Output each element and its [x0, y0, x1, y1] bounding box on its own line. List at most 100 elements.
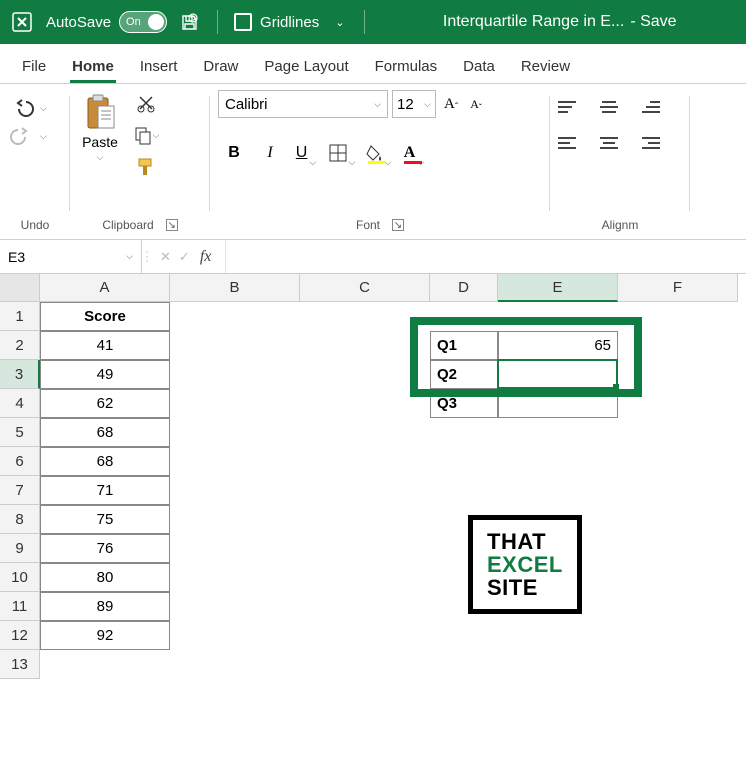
tab-home[interactable]: Home: [68, 46, 118, 83]
cell-A12[interactable]: 92: [40, 621, 170, 650]
autosave-knob: [148, 14, 164, 30]
tab-draw[interactable]: Draw: [199, 46, 242, 83]
document-title-text: Interquartile Range in E...: [443, 13, 624, 31]
group-clipboard: Paste ⌵ ⌵ Clipboard ↘: [70, 84, 210, 239]
group-alignment: Alignm: [550, 84, 690, 239]
cell-A10[interactable]: 80: [40, 563, 170, 592]
worksheet-grid[interactable]: ABCDEF 12345678910111213 Score4149626868…: [0, 274, 746, 774]
cancel-icon[interactable]: ✕: [160, 249, 171, 265]
tab-data[interactable]: Data: [459, 46, 499, 83]
row-header-7[interactable]: 7: [0, 476, 40, 505]
dialog-launcher-icon[interactable]: ↘: [166, 219, 178, 231]
underline-button[interactable]: U⌵: [290, 138, 322, 168]
align-left-button[interactable]: [558, 132, 584, 154]
format-painter-button[interactable]: [132, 154, 160, 180]
group-label-alignment: Alignm: [558, 215, 682, 235]
tab-file[interactable]: File: [18, 46, 50, 83]
cell-A11[interactable]: 89: [40, 592, 170, 621]
watermark-logo: THATEXCELSITE: [468, 515, 582, 614]
formula-input[interactable]: [226, 240, 746, 273]
cell-A7[interactable]: 71: [40, 476, 170, 505]
fill-color-swatch: [368, 161, 386, 164]
name-box[interactable]: E3 ⌵: [0, 240, 142, 273]
row-header-3[interactable]: 3: [0, 360, 40, 389]
tab-formulas[interactable]: Formulas: [371, 46, 442, 83]
row-header-4[interactable]: 4: [0, 389, 40, 418]
row-header-1[interactable]: 1: [0, 302, 40, 331]
save-status: - Save: [630, 13, 676, 31]
cell-A4[interactable]: 62: [40, 389, 170, 418]
paste-button[interactable]: Paste ⌵: [78, 90, 122, 165]
column-header-F[interactable]: F: [618, 274, 738, 302]
align-right-button[interactable]: [634, 132, 660, 154]
tab-review[interactable]: Review: [517, 46, 574, 83]
row-header-11[interactable]: 11: [0, 592, 40, 621]
tab-page-layout[interactable]: Page Layout: [260, 46, 352, 83]
dialog-launcher-icon[interactable]: ↘: [392, 219, 404, 231]
font-color-button[interactable]: A ⌵: [398, 138, 430, 168]
column-header-A[interactable]: A: [40, 274, 170, 302]
row-header-2[interactable]: 2: [0, 331, 40, 360]
column-header-B[interactable]: B: [170, 274, 300, 302]
fill-color-button[interactable]: ⌵: [362, 138, 394, 168]
row-header-8[interactable]: 8: [0, 505, 40, 534]
row-header-10[interactable]: 10: [0, 563, 40, 592]
cell-A1[interactable]: Score: [40, 302, 170, 331]
font-size-combo[interactable]: 12 ⌵: [392, 90, 436, 118]
cell-A5[interactable]: 68: [40, 418, 170, 447]
chevron-down-icon: ⌵: [424, 99, 431, 110]
qat-separator: [217, 10, 218, 34]
cut-button[interactable]: [132, 90, 160, 116]
increase-font-button[interactable]: Aˆ: [440, 94, 462, 115]
gridlines-dropdown[interactable]: Gridlines ⌄: [234, 13, 348, 31]
cell-A8[interactable]: 75: [40, 505, 170, 534]
tab-insert[interactable]: Insert: [136, 46, 182, 83]
cell-A9[interactable]: 76: [40, 534, 170, 563]
row-header-5[interactable]: 5: [0, 418, 40, 447]
align-middle-button[interactable]: [596, 96, 622, 118]
align-top-button[interactable]: [558, 96, 584, 118]
cell-A3[interactable]: 49: [40, 360, 170, 389]
group-label-clipboard: Clipboard ↘: [78, 215, 202, 235]
row-header-9[interactable]: 9: [0, 534, 40, 563]
save-icon[interactable]: [177, 10, 201, 34]
autosave-toggle[interactable]: On: [119, 11, 167, 33]
watermark-line1: THAT: [487, 530, 563, 553]
chevron-down-icon: ⌵: [374, 99, 381, 110]
name-box-value: E3: [8, 249, 25, 265]
group-label-font: Font ↘: [218, 215, 542, 235]
group-label-undo: Undo: [8, 215, 62, 235]
align-bottom-button[interactable]: [634, 96, 660, 118]
chevron-down-icon: ⌵: [40, 103, 47, 114]
column-header-D[interactable]: D: [430, 274, 498, 302]
redo-button[interactable]: ⌵: [8, 124, 51, 148]
enter-icon[interactable]: ✓: [179, 249, 190, 265]
italic-button[interactable]: I: [254, 138, 286, 168]
bold-button[interactable]: B: [218, 138, 250, 168]
cell-A2[interactable]: 41: [40, 331, 170, 360]
row-header-13[interactable]: 13: [0, 650, 40, 679]
cell-A6[interactable]: 68: [40, 447, 170, 476]
column-header-C[interactable]: C: [300, 274, 430, 302]
align-center-button[interactable]: [596, 132, 622, 154]
borders-button[interactable]: ⌵: [326, 138, 358, 168]
copy-button[interactable]: ⌵: [132, 122, 160, 148]
select-all-corner[interactable]: [0, 274, 40, 302]
font-size-value: 12: [397, 96, 414, 113]
font-name-combo[interactable]: Calibri ⌵: [218, 90, 388, 118]
column-header-E[interactable]: E: [498, 274, 618, 302]
autosave-toggle-label: On: [126, 16, 141, 28]
watermark-line3: SITE: [487, 576, 563, 599]
decrease-font-button[interactable]: Aˇ: [466, 95, 486, 114]
fx-icon[interactable]: fx: [200, 248, 212, 266]
undo-button[interactable]: ⌵: [8, 96, 51, 120]
chevron-down-icon: ⌵: [349, 157, 356, 168]
watermark-line2: EXCEL: [487, 553, 563, 576]
row-header-12[interactable]: 12: [0, 621, 40, 650]
chevron-down-icon: ⌵: [40, 131, 47, 142]
row-header-6[interactable]: 6: [0, 447, 40, 476]
document-title[interactable]: Interquartile Range in E... - Save: [381, 13, 738, 31]
font-name-value: Calibri: [225, 96, 268, 113]
paste-label: Paste: [82, 134, 118, 150]
title-bar: AutoSave On Gridlines ⌄ Interquartile Ra…: [0, 0, 746, 44]
